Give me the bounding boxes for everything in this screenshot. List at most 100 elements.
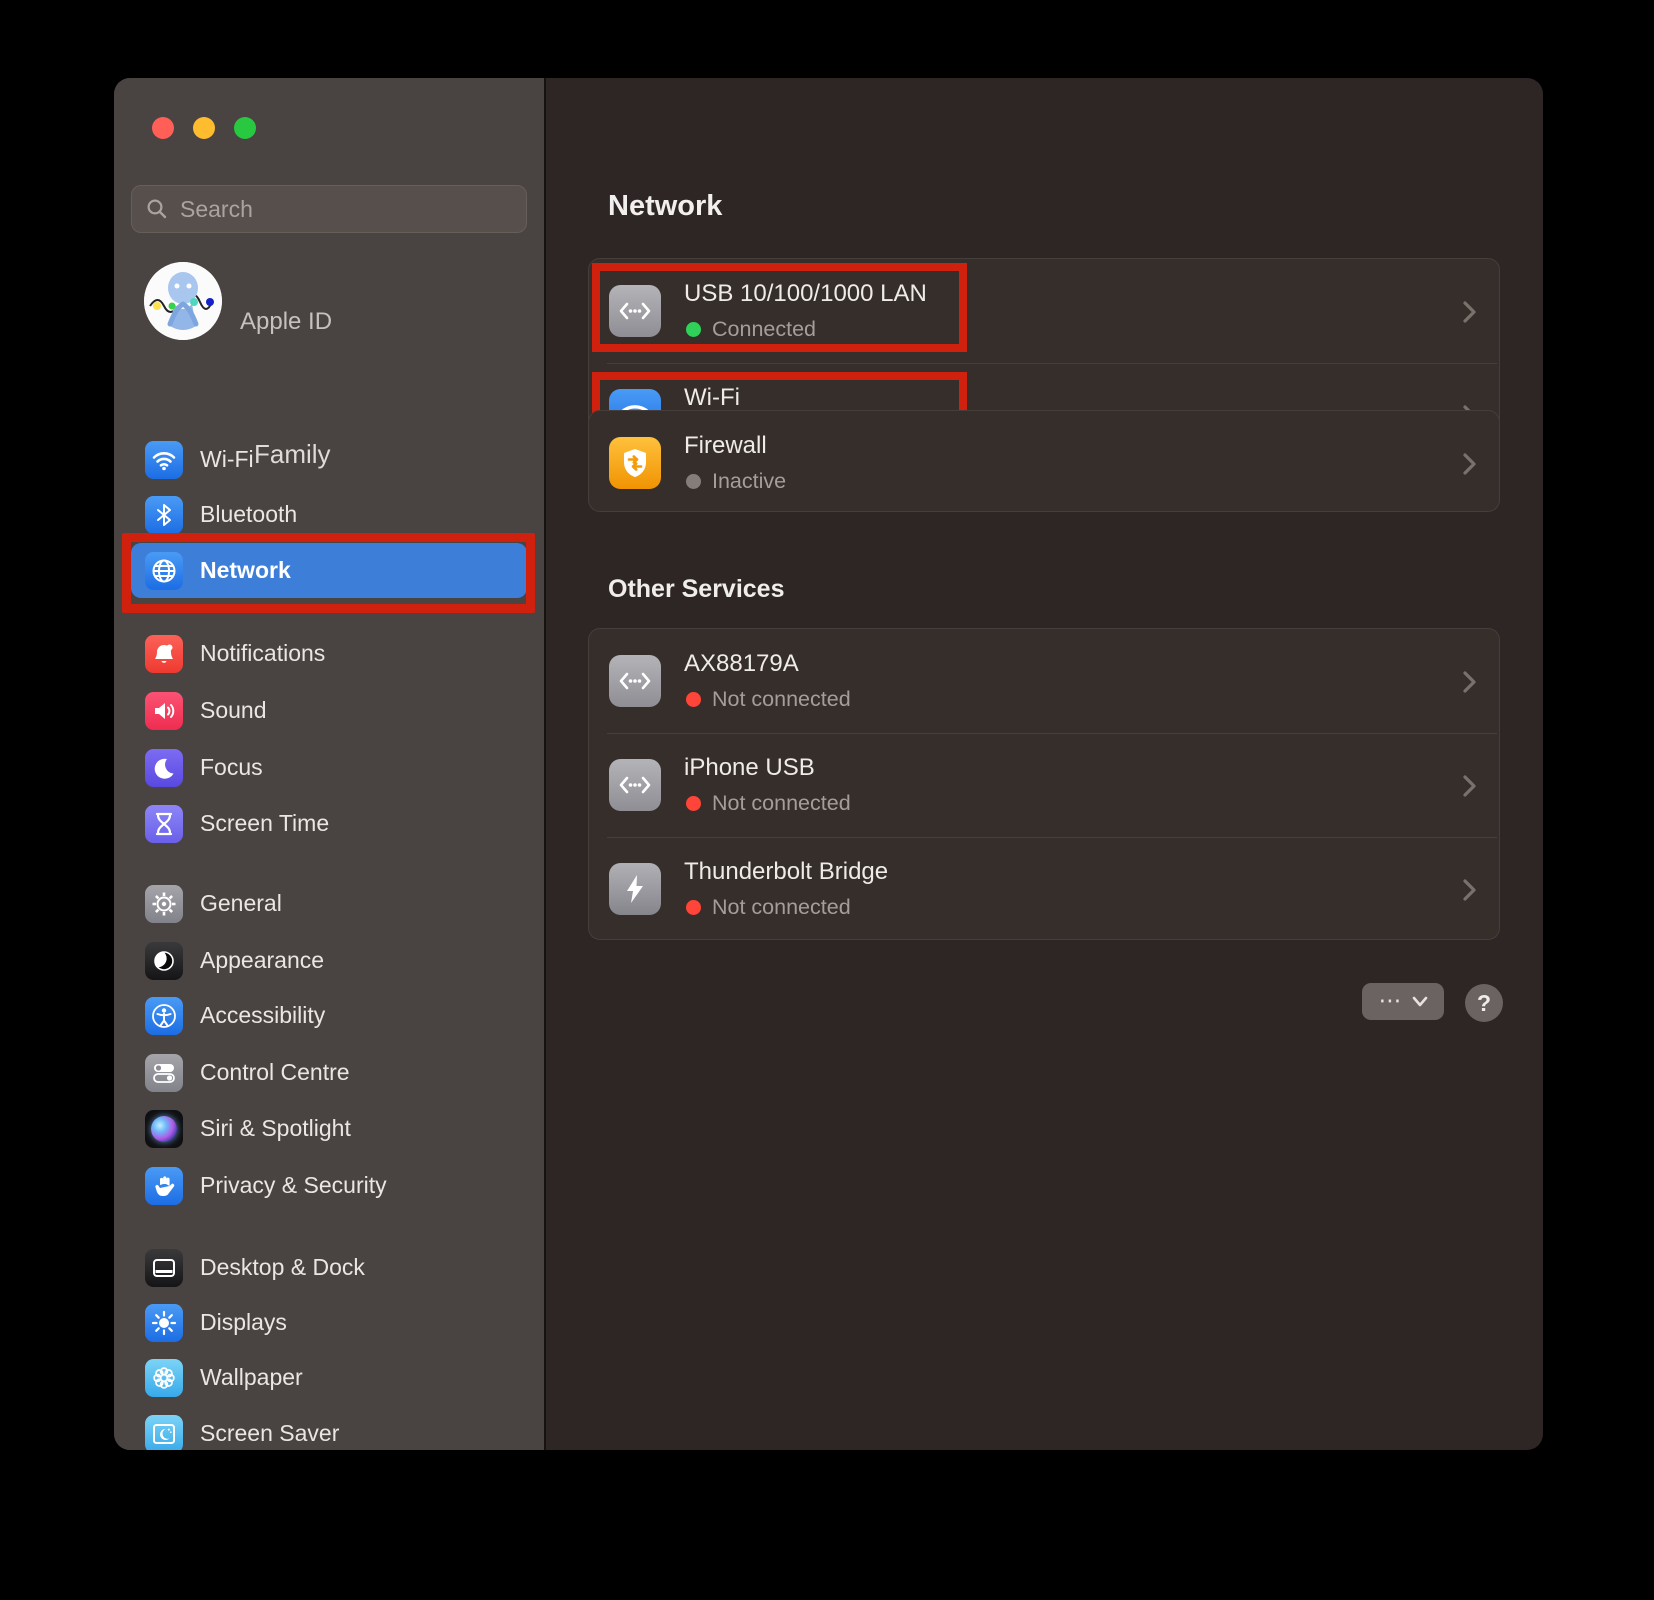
chevron-down-icon — [1412, 996, 1428, 1007]
sidebar-item-privacy-security[interactable]: Privacy & Security — [131, 1158, 527, 1213]
chevron-right-icon — [1462, 878, 1477, 907]
sidebar-item-label: Control Centre — [200, 1059, 350, 1086]
service-name: iPhone USB — [684, 754, 815, 782]
service-name: Thunderbolt Bridge — [684, 858, 888, 886]
service-row-iphone-usb[interactable]: iPhone USB Not connected — [589, 733, 1499, 837]
network-pane: Network USB 10/100/1000 LAN Connected — [546, 78, 1543, 1450]
ethernet-icon — [609, 285, 661, 337]
search-icon — [146, 198, 168, 220]
desktop-background: Apple ID Family Wi-Fi Bluetooth Network — [0, 0, 1654, 1600]
status-dot-red — [686, 796, 701, 811]
close-button[interactable] — [152, 117, 174, 139]
bluetooth-icon — [145, 496, 183, 534]
sidebar-item-label: Screen Time — [200, 810, 329, 837]
status-dot-gray — [686, 474, 701, 489]
status-dot-green — [686, 322, 701, 337]
sidebar-item-label: Bluetooth — [200, 501, 297, 528]
sidebar-item-bluetooth[interactable]: Bluetooth — [131, 487, 527, 542]
sidebar-item-label: Sound — [200, 697, 267, 724]
accessibility-icon — [145, 997, 183, 1035]
globe-icon — [145, 552, 183, 590]
thunderbolt-icon — [609, 863, 661, 915]
sidebar-item-label: Wi-Fi — [200, 446, 254, 473]
sidebar-item-label: Siri & Spotlight — [200, 1115, 351, 1142]
sidebar-item-appearance[interactable]: Appearance — [131, 933, 527, 988]
question-mark: ? — [1477, 990, 1491, 1017]
other-services-card: AX88179A Not connected iPhone USB — [588, 628, 1500, 940]
sidebar-item-accessibility[interactable]: Accessibility — [131, 988, 527, 1043]
wifi-icon — [145, 441, 183, 479]
firewall-card: Firewall Inactive — [588, 410, 1500, 512]
sidebar-item-wifi[interactable]: Wi-Fi — [131, 432, 527, 487]
bell-icon — [145, 635, 183, 673]
sidebar-item-sound[interactable]: Sound — [131, 683, 527, 738]
sun-icon — [145, 1304, 183, 1342]
status-dot-red — [686, 692, 701, 707]
service-row-firewall[interactable]: Firewall Inactive — [589, 411, 1499, 515]
sidebar-item-siri-spotlight[interactable]: Siri & Spotlight — [131, 1101, 527, 1156]
sidebar-item-notifications[interactable]: Notifications — [131, 626, 527, 681]
service-status: Not connected — [686, 791, 851, 816]
sidebar-item-label: General — [200, 890, 282, 917]
moon-icon — [145, 749, 183, 787]
sidebar-item-label: Network — [200, 557, 291, 584]
chevron-right-icon — [1462, 774, 1477, 803]
gear-icon — [145, 885, 183, 923]
zoom-button[interactable] — [234, 117, 256, 139]
sidebar-item-control-centre[interactable]: Control Centre — [131, 1045, 527, 1100]
ethernet-icon — [609, 759, 661, 811]
service-status: Inactive — [686, 469, 786, 494]
sidebar-item-label: Focus — [200, 754, 263, 781]
sidebar-item-label: Wallpaper — [200, 1364, 303, 1391]
toggles-icon — [145, 1054, 183, 1092]
firewall-shield-icon — [609, 437, 661, 489]
chevron-right-icon — [1462, 300, 1477, 329]
sidebar-item-network[interactable]: Network — [131, 543, 527, 598]
appearance-icon — [145, 942, 183, 980]
screensaver-icon — [145, 1415, 183, 1451]
desktop-window-icon — [145, 1249, 183, 1287]
sidebar-item-label: Accessibility — [200, 1002, 325, 1029]
sidebar-item-focus[interactable]: Focus — [131, 740, 527, 795]
service-status: Not connected — [686, 895, 851, 920]
hand-icon — [145, 1167, 183, 1205]
apple-id-label[interactable]: Apple ID — [240, 308, 332, 336]
service-row-thunderbolt-bridge[interactable]: Thunderbolt Bridge Not connected — [589, 837, 1499, 941]
sidebar-item-general[interactable]: General — [131, 876, 527, 931]
sidebar-item-label: Displays — [200, 1309, 287, 1336]
service-status: Not connected — [686, 687, 851, 712]
window-controls — [152, 117, 256, 139]
service-name: Firewall — [684, 432, 767, 460]
more-options-button[interactable]: ⋯ — [1362, 983, 1444, 1020]
sidebar-item-label: Desktop & Dock — [200, 1254, 365, 1281]
sidebar-item-screen-saver[interactable]: Screen Saver — [131, 1406, 527, 1450]
minimize-button[interactable] — [193, 117, 215, 139]
sidebar: Apple ID Family Wi-Fi Bluetooth Network — [114, 78, 544, 1450]
service-name: Wi-Fi — [684, 384, 740, 412]
search-input[interactable] — [178, 195, 512, 224]
service-name: USB 10/100/1000 LAN — [684, 280, 927, 308]
service-name: AX88179A — [684, 650, 799, 678]
sidebar-item-label: Notifications — [200, 640, 325, 667]
chevron-right-icon — [1462, 670, 1477, 699]
flower-icon — [145, 1359, 183, 1397]
hourglass-icon — [145, 805, 183, 843]
sidebar-item-screen-time[interactable]: Screen Time — [131, 796, 527, 851]
sidebar-item-label: Privacy & Security — [200, 1172, 387, 1199]
service-status: Connected — [686, 317, 816, 342]
system-settings-window: Apple ID Family Wi-Fi Bluetooth Network — [114, 78, 1543, 1450]
help-button[interactable]: ? — [1465, 984, 1503, 1022]
sidebar-item-label: Screen Saver — [200, 1420, 339, 1447]
sidebar-item-desktop-dock[interactable]: Desktop & Dock — [131, 1240, 527, 1295]
service-row-ax88179a[interactable]: AX88179A Not connected — [589, 629, 1499, 733]
service-row-usb-lan[interactable]: USB 10/100/1000 LAN Connected — [589, 259, 1499, 363]
avatar[interactable] — [144, 262, 222, 340]
other-services-heading: Other Services — [608, 575, 785, 604]
ethernet-icon — [609, 655, 661, 707]
speaker-icon — [145, 692, 183, 730]
page-title: Network — [608, 190, 722, 223]
sidebar-item-wallpaper[interactable]: Wallpaper — [131, 1350, 527, 1405]
sidebar-item-label: Appearance — [200, 947, 324, 974]
search-field[interactable] — [131, 185, 527, 233]
sidebar-item-displays[interactable]: Displays — [131, 1295, 527, 1350]
